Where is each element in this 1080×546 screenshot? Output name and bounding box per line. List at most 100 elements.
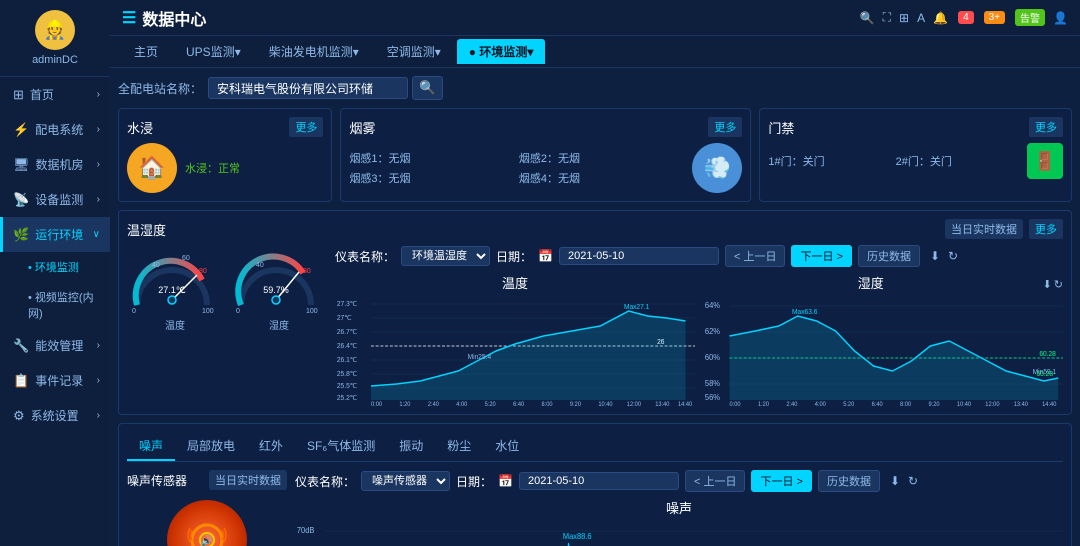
orange-badge: 3+	[984, 11, 1005, 24]
fullscreen-icon[interactable]: ⛶	[883, 10, 891, 25]
svg-text:1:20: 1:20	[399, 402, 411, 406]
humi-refresh-icon[interactable]: ↻	[1054, 278, 1063, 291]
tab-dust[interactable]: 粉尘	[435, 432, 483, 461]
temp-more-button[interactable]: 更多	[1029, 219, 1063, 239]
smoke-item-4: 烟感4：无烟	[519, 170, 684, 186]
tab-infrared[interactable]: 红外	[247, 432, 295, 461]
date-input[interactable]	[559, 247, 719, 265]
tab-ups[interactable]: UPS监测▾	[174, 39, 253, 64]
tab-partial-discharge[interactable]: 局部放电	[175, 432, 247, 461]
temp-gauge-label: 温度	[127, 317, 223, 332]
svg-text:0:00: 0:00	[371, 402, 383, 406]
door-icon: 🚪	[1027, 143, 1063, 179]
sidebar-item-maintenance[interactable]: 🔧 能效管理 ›	[0, 328, 110, 363]
sidebar-item-env-monitor[interactable]: • 环境监测	[0, 252, 110, 282]
font-icon[interactable]: A	[917, 11, 925, 25]
download-icon[interactable]: ⬇	[930, 249, 940, 263]
noise-chart-title: 噪声	[295, 498, 1063, 517]
humi-download-icon[interactable]: ⬇	[1043, 278, 1052, 291]
chevron-icon: ›	[97, 159, 100, 170]
svg-text:62%: 62%	[705, 327, 720, 336]
chevron-icon: ›	[97, 375, 100, 386]
svg-text:26.4℃: 26.4℃	[337, 343, 358, 350]
station-label: 全配电站名称：	[118, 80, 202, 97]
svg-text:4:00: 4:00	[456, 402, 468, 406]
events-icon: 📋	[13, 373, 29, 389]
instrument-select[interactable]: 环境温湿度	[401, 246, 490, 266]
noise-instrument-label: 仪表名称：	[295, 473, 355, 490]
chevron-icon: ›	[97, 194, 100, 205]
tab-env[interactable]: ● 环境监测▾	[457, 39, 546, 64]
svg-text:80: 80	[199, 268, 207, 275]
noise-date-input[interactable]	[519, 472, 679, 490]
door-more-button[interactable]: 更多	[1029, 117, 1063, 137]
svg-text:1:20: 1:20	[758, 402, 770, 406]
smoke-more-button[interactable]: 更多	[708, 117, 742, 137]
menu-icon[interactable]: ☰	[122, 8, 136, 28]
avatar: 👷	[35, 10, 75, 50]
sidebar-nav: ⊞ 首页 › ⚡ 配电系统 › 🖥 数据机房 › 📡 设备监测 › 🌿 运	[0, 77, 110, 546]
noise-history-button[interactable]: 历史数据	[818, 470, 880, 492]
noise-next-day-button[interactable]: 下一日 >	[751, 470, 811, 492]
tab-water[interactable]: 水位	[483, 432, 531, 461]
temp-gauge-wrapper: 0 100 40 60 80 27.1℃ 温度	[127, 245, 223, 332]
chevron-icon: ›	[97, 124, 100, 135]
svg-text:12:00: 12:00	[627, 402, 642, 406]
temp-section-header: 温湿度 当日实时数据 更多	[127, 219, 1063, 239]
sidebar-item-power[interactable]: ⚡ 配电系统 ›	[0, 112, 110, 147]
temp-section-controls: 当日实时数据 更多	[945, 219, 1063, 239]
svg-text:13:40: 13:40	[655, 402, 670, 406]
noise-gauge-title: 噪声传感器	[127, 472, 187, 489]
noise-realtime-tag: 当日实时数据	[209, 470, 287, 490]
env-icon: 🌿	[13, 227, 29, 243]
sidebar-item-events[interactable]: 📋 事件记录 ›	[0, 363, 110, 398]
prev-day-button[interactable]: < 上一日	[725, 245, 785, 267]
noise-prev-day-button[interactable]: < 上一日	[685, 470, 745, 492]
station-search-button[interactable]: 🔍	[412, 76, 443, 100]
next-day-button[interactable]: 下一日 >	[791, 245, 851, 267]
sidebar-item-env[interactable]: 🌿 运行环境 ∨	[0, 217, 110, 252]
sidebar-item-device[interactable]: 📡 设备监测 ›	[0, 182, 110, 217]
sidebar-item-home[interactable]: ⊞ 首页 ›	[0, 77, 110, 112]
station-input[interactable]	[208, 77, 408, 99]
smoke-card-content: 烟感1：无烟 烟感2：无烟 烟感3：无烟 烟感4：无烟 💨	[349, 143, 742, 193]
user-icon[interactable]: 👤	[1053, 11, 1068, 25]
svg-text:25.5℃: 25.5℃	[337, 383, 358, 390]
door-grid: 1#门：关门 2#门：关门	[768, 153, 1019, 169]
noise-download-icon[interactable]: ⬇	[890, 474, 900, 488]
water-status-text: 水浸：正常	[185, 160, 240, 176]
search-icon[interactable]: 🔍	[860, 11, 875, 25]
water-more-button[interactable]: 更多	[289, 117, 323, 137]
temp-realtime-tag: 当日实时数据	[945, 219, 1023, 239]
smoke-card-title: 烟雾 更多	[349, 117, 742, 137]
noise-refresh-icon[interactable]: ↻	[908, 474, 918, 488]
calendar-icon: 📅	[538, 249, 553, 263]
tab-vibration[interactable]: 振动	[387, 432, 435, 461]
sub-dot: •	[28, 262, 35, 274]
smoke-item-1: 烟感1：无烟	[349, 150, 514, 166]
svg-text:2:40: 2:40	[786, 402, 798, 406]
tab-noise[interactable]: 噪声	[127, 432, 175, 461]
section-tabs: 噪声 局部放电 红外 SF₆气体监测 振动 粉尘 水位	[127, 432, 1063, 462]
smoke-icon: 💨	[692, 143, 742, 193]
humi-chart-svg: 64% 62% 60% 58% 56%	[703, 296, 1063, 406]
svg-text:70dB: 70dB	[297, 526, 315, 535]
sidebar-item-settings[interactable]: ⚙ 系统设置 ›	[0, 398, 110, 433]
svg-text:12:00: 12:00	[985, 402, 1000, 406]
history-button[interactable]: 历史数据	[858, 245, 920, 267]
water-status-row: 水浸：正常	[185, 160, 240, 176]
water-card-title: 水浸 更多	[127, 117, 323, 137]
power-icon: ⚡	[13, 122, 29, 138]
svg-text:🔊: 🔊	[201, 534, 213, 546]
sidebar-item-video[interactable]: • 视频监控(内网)	[0, 282, 110, 328]
tab-diesel[interactable]: 柴油发电机监测▾	[257, 39, 371, 64]
tab-sf6[interactable]: SF₆气体监测	[295, 432, 387, 461]
bell-icon[interactable]: 🔔	[933, 11, 948, 25]
grid-icon[interactable]: ⊞	[899, 11, 909, 25]
refresh-icon[interactable]: ↻	[948, 249, 958, 263]
tab-ac[interactable]: 空调监测▾	[375, 39, 453, 64]
noise-instrument-select[interactable]: 噪声传感器	[361, 471, 450, 491]
tab-home[interactable]: 主页	[122, 39, 170, 64]
svg-text:14:40: 14:40	[1042, 402, 1057, 406]
sidebar-item-datacenter[interactable]: 🖥 数据机房 ›	[0, 147, 110, 182]
